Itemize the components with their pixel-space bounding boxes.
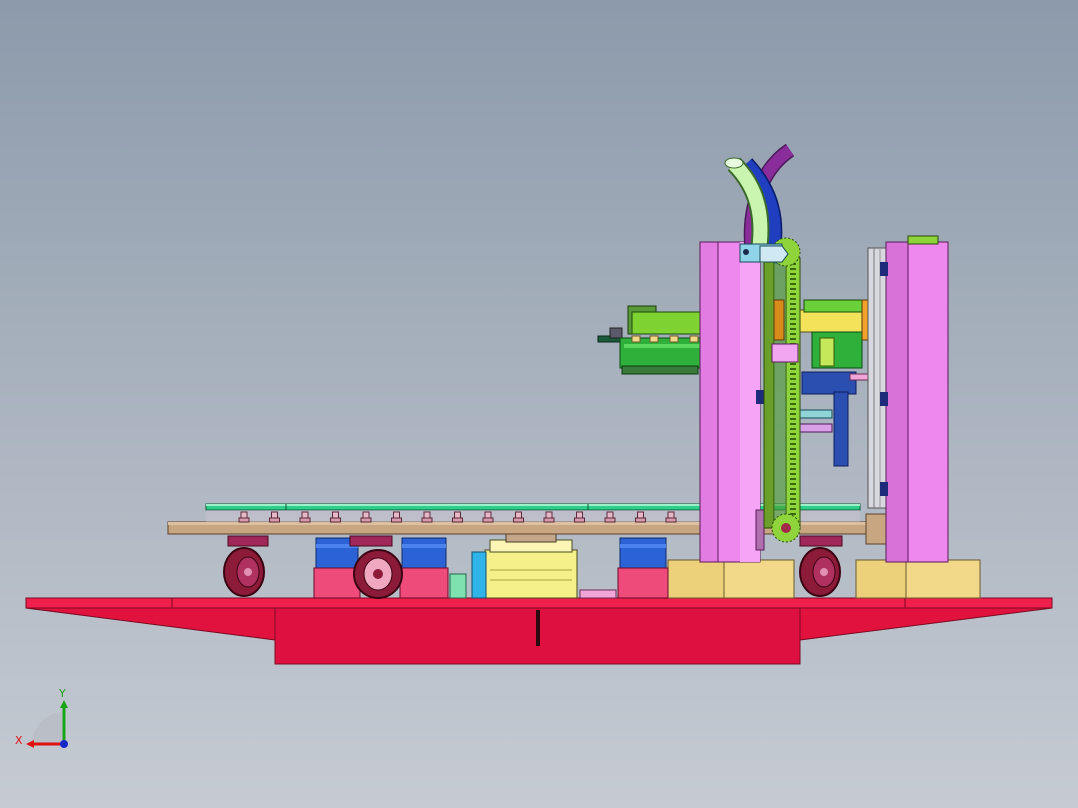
x-axis-head [26, 740, 34, 748]
assembly-model[interactable] [0, 0, 1078, 808]
bolt [299, 511, 311, 523]
y-axis-head [60, 700, 68, 708]
bolt [421, 511, 433, 523]
bolt [269, 511, 280, 523]
bolt [360, 511, 372, 523]
bolt [452, 511, 463, 523]
x-axis-label: X [15, 734, 23, 747]
orientation-triad[interactable]: Y X [10, 686, 80, 756]
bolt [604, 511, 616, 523]
bolt [238, 511, 250, 523]
bolt [543, 511, 555, 523]
bolt [635, 511, 646, 523]
column-right[interactable] [867, 235, 949, 563]
bolt [574, 511, 585, 523]
gearbox[interactable] [449, 533, 617, 599]
bolt [391, 511, 402, 523]
motor-2 [399, 537, 449, 599]
motor-3 [617, 537, 669, 599]
y-axis-label: Y [58, 687, 66, 700]
caster-right [799, 535, 843, 597]
column-left[interactable] [699, 241, 765, 563]
caster-center [349, 535, 403, 599]
motor-1 [313, 537, 361, 599]
base-frame[interactable] [25, 597, 1053, 665]
bolt [513, 511, 524, 523]
bolt [330, 511, 341, 523]
caster-left [223, 535, 269, 597]
z-axis-dot [60, 740, 68, 748]
bolt [665, 511, 677, 523]
mounting-bolts [238, 511, 677, 523]
cad-viewport[interactable]: Y X [0, 0, 1078, 808]
bolt [482, 511, 494, 523]
